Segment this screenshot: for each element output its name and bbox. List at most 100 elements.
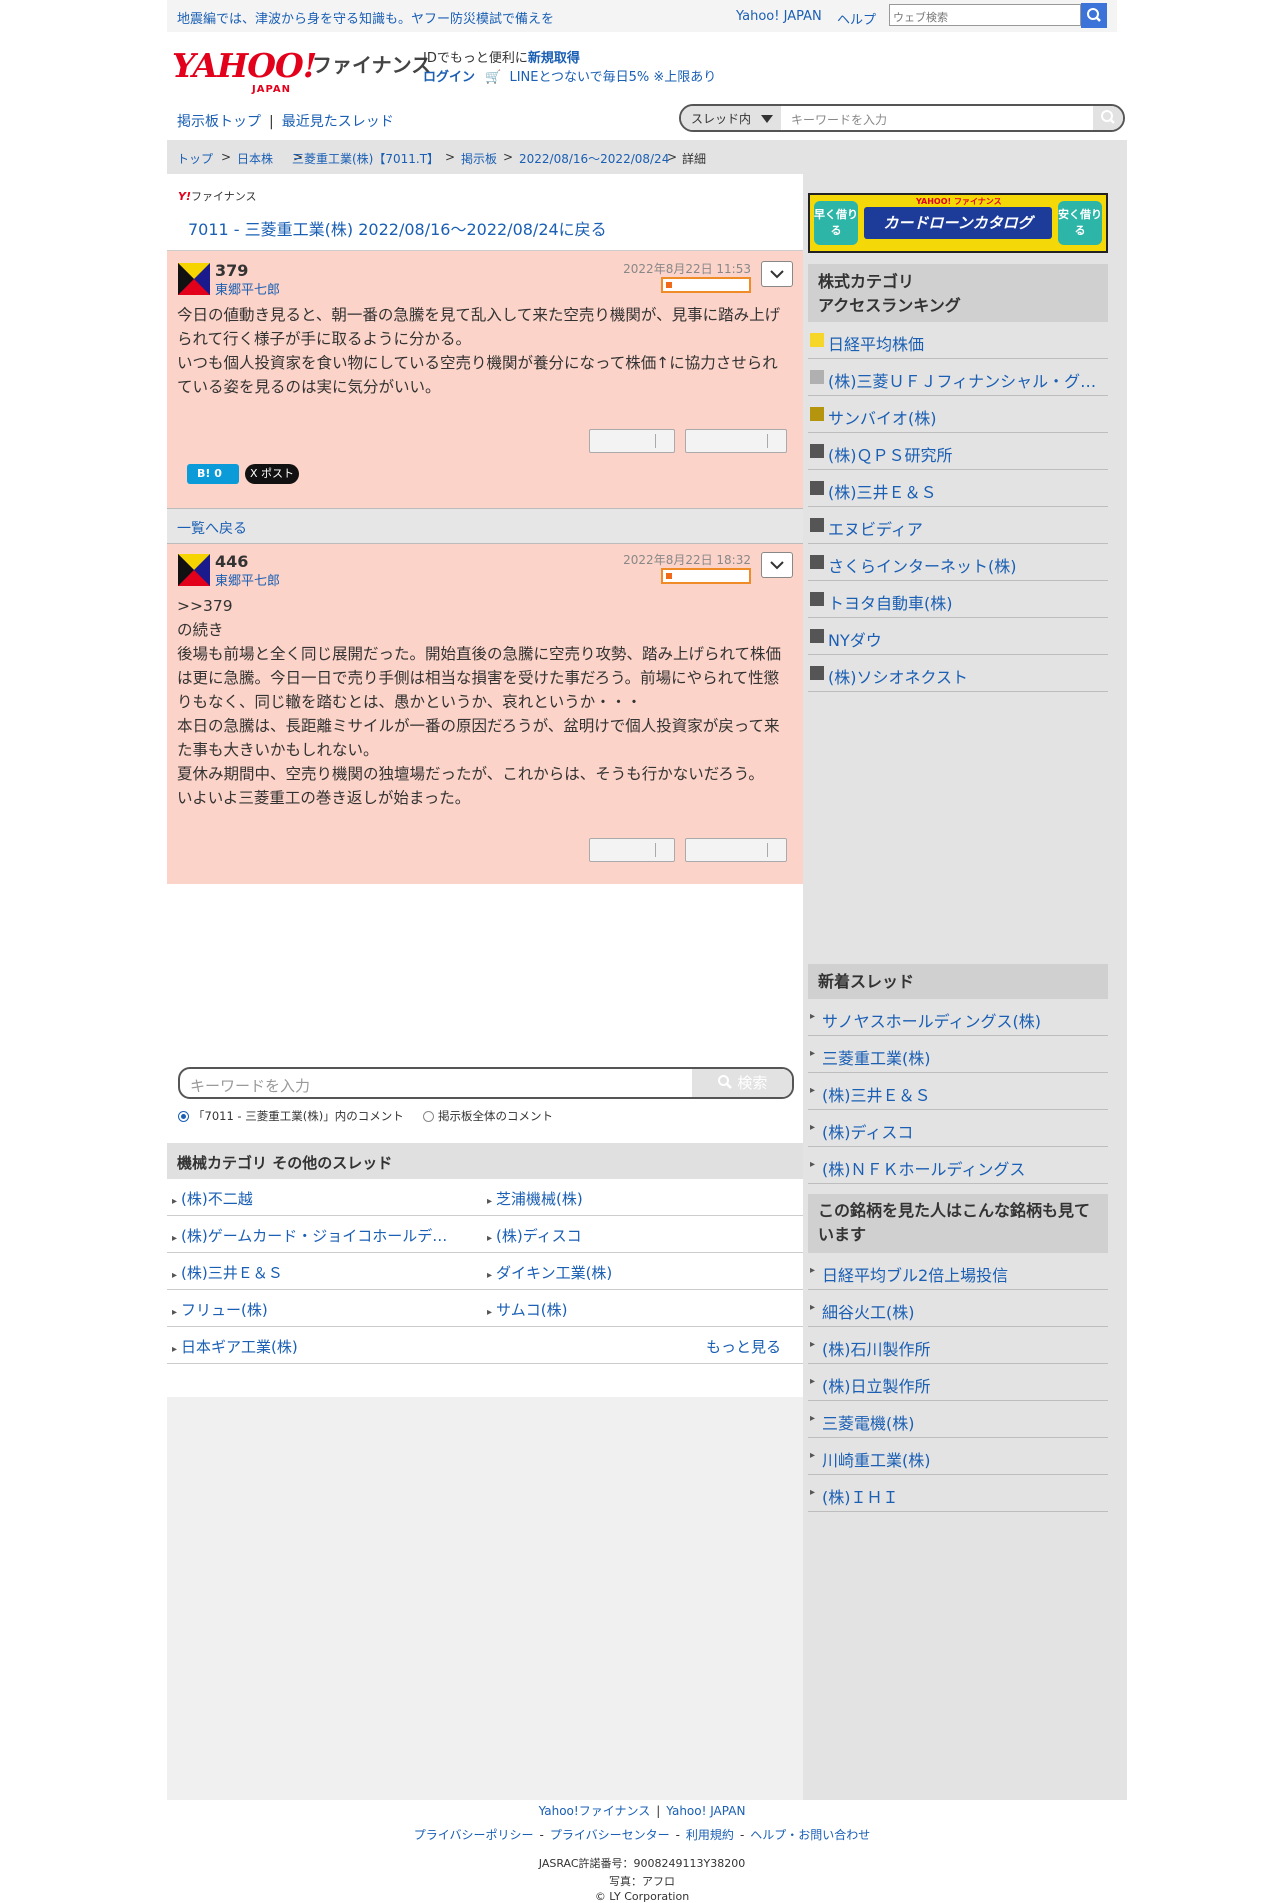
search-scope-select[interactable]: スレッド内	[681, 106, 781, 130]
thread-link[interactable]: ▸ フリュー(株)	[172, 1299, 268, 1320]
radio-all-boards[interactable]	[423, 1111, 435, 1122]
hatena-bookmark-button[interactable]: B! 0	[187, 464, 239, 484]
new-thread-item[interactable]: ▸ サノヤスホールディングス(株)	[808, 999, 1108, 1036]
also-viewed-item[interactable]: ▸ (株)日立製作所	[808, 1364, 1108, 1401]
ranking-item[interactable]: (株)ＱＰＳ研究所	[808, 433, 1108, 470]
post-date: 2022年8月22日 18:32	[623, 553, 751, 567]
breadcrumb-japan-stocks[interactable]: 日本株	[237, 150, 273, 167]
line-promo-link[interactable]: LINEとつないで毎日5% ※上限あり	[509, 70, 716, 85]
post-menu-button[interactable]	[761, 552, 793, 578]
comment-search-button[interactable]: 検索	[692, 1069, 792, 1097]
ranking-item[interactable]: サンバイオ(株)	[808, 396, 1108, 433]
also-viewed-item[interactable]: ▸ 日経平均ブル2倍上場投信	[808, 1253, 1108, 1290]
ranking-item[interactable]: エヌビディア	[808, 507, 1108, 544]
breadcrumb-top[interactable]: トップ	[177, 150, 213, 167]
ranking-item[interactable]: (株)三井Ｅ＆Ｓ	[808, 470, 1108, 507]
category-swatch	[810, 370, 824, 384]
breadcrumb-sep: >	[667, 150, 678, 164]
more-threads-link[interactable]: もっと見る	[706, 1336, 781, 1357]
board-top-link[interactable]: 掲示板トップ	[177, 114, 261, 130]
thread-link[interactable]: ▸ (株)ディスコ	[487, 1225, 582, 1246]
yahoo-finance-logo[interactable]: YAHOO! JAPAN ファイナンス	[172, 46, 431, 95]
also-viewed-item[interactable]: ▸ 細谷火工(株)	[808, 1290, 1108, 1327]
back-to-thread-link[interactable]: 7011 - 三菱重工業(株) 2022/08/16〜2022/08/24に戻る	[188, 216, 607, 240]
radio-all-boards-label: 掲示板全体のコメント	[438, 1109, 554, 1123]
new-thread-item-label: (株)三井Ｅ＆Ｓ	[822, 1086, 931, 1105]
breadcrumb-period[interactable]: 2022/08/16〜2022/08/24	[519, 150, 669, 167]
banner-brand: YAHOO! ファイナンス	[916, 197, 1002, 206]
web-search-input[interactable]: ウェブ検索	[889, 4, 1081, 26]
logo-finance: ファイナンス	[312, 53, 432, 77]
ranking-item[interactable]: トヨタ自動車(株)	[808, 581, 1108, 618]
ranking-item[interactable]: NYダウ	[808, 618, 1108, 655]
ranking-item-label: エヌビディア	[828, 520, 923, 539]
thread-link[interactable]: ▸ サムコ(株)	[487, 1299, 567, 1320]
bullet-icon: ▸	[810, 1413, 816, 1424]
dislike-button[interactable]	[685, 838, 787, 862]
breadcrumb-stock[interactable]: 三菱重工業(株)【7011.T】	[292, 150, 439, 167]
footer-yahoo-japan-link[interactable]: Yahoo! JAPAN	[666, 1804, 745, 1818]
post-author-link[interactable]: 東郷平七郎	[215, 279, 280, 298]
thread-link[interactable]: ▸ (株)三井Ｅ＆Ｓ	[172, 1262, 283, 1283]
search-scope-value: スレッド内	[691, 112, 752, 126]
terms-link[interactable]: 利用規約	[686, 1828, 734, 1842]
ranking-header: 株式カテゴリ アクセスランキング	[808, 264, 1108, 322]
thread-search-button[interactable]	[1093, 106, 1123, 130]
thread-link[interactable]: ▸ (株)不二越	[172, 1188, 253, 1209]
breadcrumb-board[interactable]: 掲示板	[461, 150, 497, 167]
ranking-item[interactable]: (株)ソシオネクスト	[808, 655, 1108, 692]
banner-right-badge: 安く借りる	[1058, 201, 1102, 245]
privacy-center-link[interactable]: プライバシーセンター	[550, 1828, 670, 1842]
mini-logo-text: ファイナンス	[190, 190, 257, 203]
yahoo-japan-link[interactable]: Yahoo! JAPAN	[736, 9, 822, 24]
register-link[interactable]: 新規取得	[528, 51, 580, 66]
thread-link-label: ダイキン工業(株)	[496, 1264, 613, 1282]
ranking-item[interactable]: (株)三菱ＵＦＪフィナンシャル・グ…	[808, 359, 1108, 396]
footer-finance-link[interactable]: Yahoo!ファイナンス	[539, 1804, 651, 1818]
radio-this-thread[interactable]	[178, 1111, 189, 1122]
other-threads-title: 機械カテゴリ その他のスレッド	[177, 1154, 393, 1172]
privacy-policy-link[interactable]: プライバシーポリシー	[414, 1828, 534, 1842]
new-thread-item[interactable]: ▸ (株)ＮＦＫホールディングス	[808, 1147, 1108, 1184]
new-thread-item[interactable]: ▸ (株)ディスコ	[808, 1110, 1108, 1147]
category-swatch	[810, 518, 824, 532]
also-viewed-item[interactable]: ▸ 川崎重工業(株)	[808, 1438, 1108, 1475]
login-link[interactable]: ログイン	[423, 70, 475, 85]
card-loan-banner[interactable]: 早く借りる YAHOO! ファイナンス カードローンカタログ 安く借りる	[808, 193, 1108, 253]
thread-keyword-input[interactable]: キーワードを入力	[791, 111, 887, 128]
comment-keyword-input[interactable]: キーワードを入力	[190, 1075, 310, 1096]
post-menu-button[interactable]	[761, 261, 793, 287]
web-search-button[interactable]	[1081, 3, 1107, 28]
thread-link[interactable]: ▸ 日本ギア工業(株)	[172, 1336, 298, 1357]
like-button[interactable]	[589, 429, 675, 453]
subnav-separator: |	[269, 114, 274, 130]
top-notice-bar: 地震編では、津波から身を守る知識も。ヤフー防災模試で備えを Yahoo! JAP…	[167, 0, 1117, 32]
thread-link[interactable]: ▸ ダイキン工業(株)	[487, 1262, 612, 1283]
banner-left-badge: 早く借りる	[814, 201, 858, 245]
help-link[interactable]: ヘルプ	[837, 9, 876, 28]
like-button[interactable]	[589, 838, 675, 862]
other-threads-header: 機械カテゴリ その他のスレッド	[167, 1143, 803, 1179]
ranking-item[interactable]: 日経平均株価	[808, 322, 1108, 359]
post-number: 446	[215, 552, 249, 571]
category-swatch	[810, 666, 824, 680]
bullet-icon: ▸	[810, 1265, 816, 1276]
disaster-notice-link[interactable]: 地震編では、津波から身を守る知識も。ヤフー防災模試で備えを	[177, 8, 554, 27]
help-contact-link[interactable]: ヘルプ・お問い合わせ	[750, 1828, 870, 1842]
thread-link[interactable]: ▸ (株)ゲームカード・ジョイコホールデ…	[172, 1225, 447, 1246]
x-post-button[interactable]: X ポスト	[245, 464, 299, 484]
logo-yahoo: YAHOO!	[172, 46, 317, 85]
user-flag-icon	[178, 554, 210, 586]
new-thread-item[interactable]: ▸ (株)三井Ｅ＆Ｓ	[808, 1073, 1108, 1110]
post-author-link[interactable]: 東郷平七郎	[215, 570, 280, 589]
list-back-link[interactable]: 一覧へ戻る	[177, 518, 247, 538]
thread-link[interactable]: ▸ 芝浦機械(株)	[487, 1188, 583, 1209]
ranking-item[interactable]: さくらインターネット(株)	[808, 544, 1108, 581]
bullet-icon: ▸	[810, 1450, 816, 1461]
also-viewed-item[interactable]: ▸ 三菱電機(株)	[808, 1401, 1108, 1438]
recent-threads-link[interactable]: 最近見たスレッド	[282, 114, 394, 130]
also-viewed-item[interactable]: ▸ (株)石川製作所	[808, 1327, 1108, 1364]
dislike-button[interactable]	[685, 429, 787, 453]
new-thread-item[interactable]: ▸ 三菱重工業(株)	[808, 1036, 1108, 1073]
also-viewed-item[interactable]: ▸ (株)ＩＨＩ	[808, 1475, 1108, 1512]
